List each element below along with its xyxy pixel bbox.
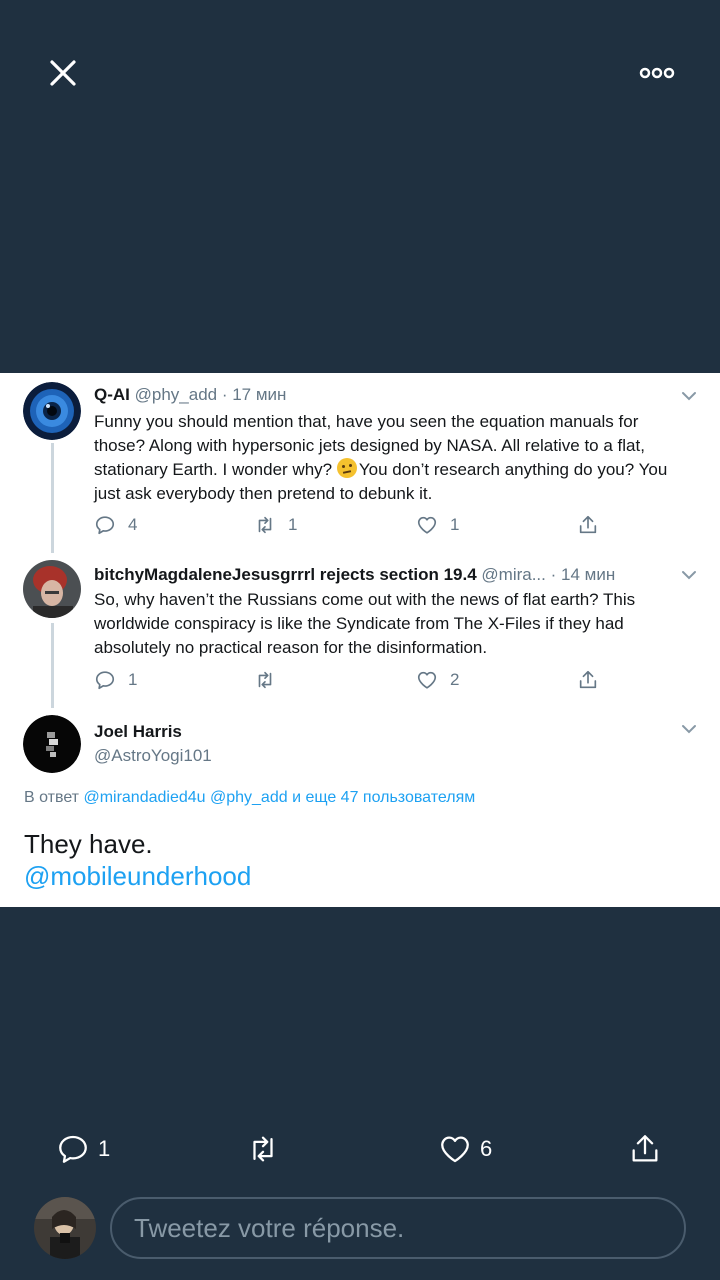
replying-to-and: и bbox=[287, 789, 306, 806]
retweet-icon bbox=[253, 1136, 273, 1162]
more-icon[interactable] bbox=[636, 58, 680, 88]
tweet-actions: 1 2 bbox=[94, 666, 614, 694]
like-icon bbox=[417, 516, 437, 534]
tweet-thread-card: Q-AI @phy_add · 17 мин Funny you should … bbox=[0, 373, 720, 907]
main-tweet-actions: 1 6 bbox=[0, 1126, 720, 1172]
retweet-button[interactable]: 1 bbox=[254, 511, 297, 539]
tweet-header: bitchyMagdaleneJesusgrrrl rejects sectio… bbox=[94, 565, 615, 585]
avatar[interactable] bbox=[23, 715, 81, 773]
share-icon bbox=[579, 670, 597, 689]
author-name[interactable]: bitchyMagdaleneJesusgrrrl rejects sectio… bbox=[94, 565, 477, 584]
main-tweet-mention-link[interactable]: @mobileunderhood bbox=[24, 857, 251, 895]
like-button[interactable]: 2 bbox=[416, 666, 459, 694]
avatar[interactable] bbox=[23, 560, 81, 618]
reply-input[interactable]: Tweetez votre réponse. bbox=[110, 1197, 686, 1259]
reply-count: 4 bbox=[128, 515, 138, 534]
like-icon bbox=[441, 1136, 469, 1163]
top-bar bbox=[0, 0, 720, 150]
thinking-face-emoji bbox=[336, 458, 357, 478]
tweet-bitchymagdalene[interactable]: bitchyMagdaleneJesusgrrrl rejects sectio… bbox=[0, 553, 720, 708]
current-user-avatar[interactable] bbox=[34, 1197, 96, 1259]
like-count: 2 bbox=[450, 670, 460, 689]
retweet-icon bbox=[258, 671, 272, 689]
like-button[interactable]: 6 bbox=[438, 1126, 492, 1172]
like-count: 1 bbox=[450, 515, 460, 534]
replying-to-others[interactable]: еще 47 пользователям bbox=[305, 789, 475, 806]
retweet-count: 1 bbox=[288, 515, 298, 534]
like-button[interactable]: 1 bbox=[416, 511, 459, 539]
retweet-button[interactable] bbox=[246, 1126, 288, 1172]
tweet-qai[interactable]: Q-AI @phy_add · 17 мин Funny you should … bbox=[0, 373, 720, 553]
tweet-actions: 4 1 1 bbox=[94, 511, 614, 539]
retweet-icon bbox=[258, 516, 272, 534]
chevron-down-icon[interactable] bbox=[680, 723, 698, 735]
author-name: Joel Harris bbox=[94, 722, 182, 741]
close-icon[interactable] bbox=[44, 54, 82, 92]
share-button[interactable] bbox=[577, 666, 599, 694]
reply-button[interactable]: 1 bbox=[56, 1126, 110, 1172]
timestamp: · 14 мин bbox=[545, 565, 616, 584]
avatar[interactable] bbox=[23, 382, 81, 440]
thread-line bbox=[51, 623, 54, 708]
share-button[interactable] bbox=[577, 511, 599, 539]
replying-to: В ответ @mirandadied4u @phy_add и еще 47… bbox=[24, 789, 475, 807]
share-icon bbox=[632, 1135, 658, 1162]
author-handle: @AstroYogi101 bbox=[94, 746, 212, 765]
reply-button[interactable]: 1 bbox=[94, 666, 137, 694]
replying-to-label: В ответ bbox=[24, 789, 84, 806]
share-icon bbox=[579, 515, 597, 534]
share-button[interactable] bbox=[628, 1126, 662, 1172]
tweet-body: Funny you should mention that, have you … bbox=[94, 410, 694, 506]
reply-icon bbox=[95, 516, 115, 535]
main-author-handle[interactable]: @AstroYogi101 bbox=[94, 746, 212, 766]
retweet-button[interactable] bbox=[254, 666, 288, 694]
chevron-down-icon[interactable] bbox=[680, 569, 698, 581]
like-count: 6 bbox=[480, 1136, 493, 1161]
author-handle[interactable]: @mira... bbox=[477, 565, 546, 584]
reply-count: 1 bbox=[98, 1136, 111, 1161]
main-author-name[interactable]: Joel Harris bbox=[94, 722, 182, 742]
reply-icon bbox=[95, 671, 115, 690]
timestamp: · 17 мин bbox=[217, 385, 287, 404]
author-handle[interactable]: @phy_add bbox=[135, 385, 218, 404]
tweet-body: So, why haven’t the Russians come out wi… bbox=[94, 590, 636, 657]
author-name[interactable]: Q-AI bbox=[94, 385, 130, 404]
replying-to-mentions[interactable]: @mirandadied4u @phy_add bbox=[83, 789, 287, 806]
like-icon bbox=[417, 671, 437, 689]
reply-icon bbox=[59, 1135, 87, 1163]
reply-count: 1 bbox=[128, 670, 138, 689]
reply-button[interactable]: 4 bbox=[94, 511, 137, 539]
tweet-header: Q-AI @phy_add · 17 мин bbox=[94, 385, 286, 405]
chevron-down-icon[interactable] bbox=[680, 390, 698, 402]
thread-line bbox=[51, 443, 54, 553]
